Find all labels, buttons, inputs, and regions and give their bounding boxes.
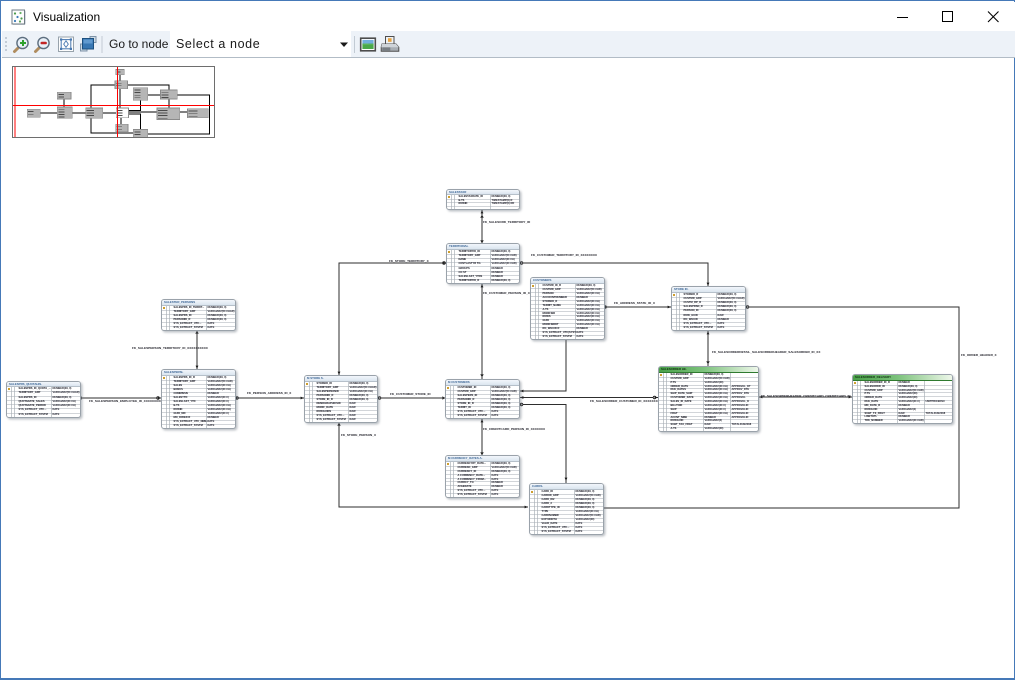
- svg-text:FK_SALESORD_TERRITORY_ID: FK_SALESORD_TERRITORY_ID: [483, 220, 531, 224]
- svg-text:FK_CUSTOMER_STORE_ID: FK_CUSTOMER_STORE_ID: [390, 392, 431, 396]
- svg-text:FK_CUSTOMER_TERRITORY_ID_XXXXX: FK_CUSTOMER_TERRITORY_ID_XXXXXXXX: [531, 253, 598, 257]
- svg-text:FK_CUSTOMER_PERSON_ID_XX: FK_CUSTOMER_PERSON_ID_XX: [483, 291, 533, 295]
- svg-text:FK_ADDRESS_STATE_ID_X: FK_ADDRESS_STATE_ID_X: [614, 301, 656, 305]
- svg-text:FK_STORE_PERSON_X: FK_STORE_PERSON_X: [341, 433, 377, 437]
- svg-text:FK_PERSON_ADDRESS_ID_X: FK_PERSON_ADDRESS_ID_X: [247, 391, 292, 395]
- svg-text:FK_SALESPERSON_EMPLOYEE_ID_XXX: FK_SALESPERSON_EMPLOYEE_ID_XXXXXXXXXXX: [89, 399, 167, 403]
- svg-text:FK_SALESPERSON_TERRITORY_ID_XX: FK_SALESPERSON_TERRITORY_ID_XXXXXXXXXX: [132, 346, 209, 350]
- svg-text:FK_ORDER_HEADER_X: FK_ORDER_HEADER_X: [961, 353, 998, 357]
- svg-text:FK_SALESORDER_CUSTOMER_ID_XXXX: FK_SALESORDER_CUSTOMER_ID_XXXXXXXXX: [590, 399, 663, 403]
- svg-text:FK_SALESORDERDETAIL_SALESORDER: FK_SALESORDERDETAIL_SALESORDERHEADER_SAL…: [712, 350, 821, 354]
- svg-text:FK_STORE_TERRITORY_X: FK_STORE_TERRITORY_X: [389, 259, 430, 263]
- svg-text:FK_CREDITCARD_PERSON_ID_XXXXXX: FK_CREDITCARD_PERSON_ID_XXXXXXX: [483, 427, 546, 431]
